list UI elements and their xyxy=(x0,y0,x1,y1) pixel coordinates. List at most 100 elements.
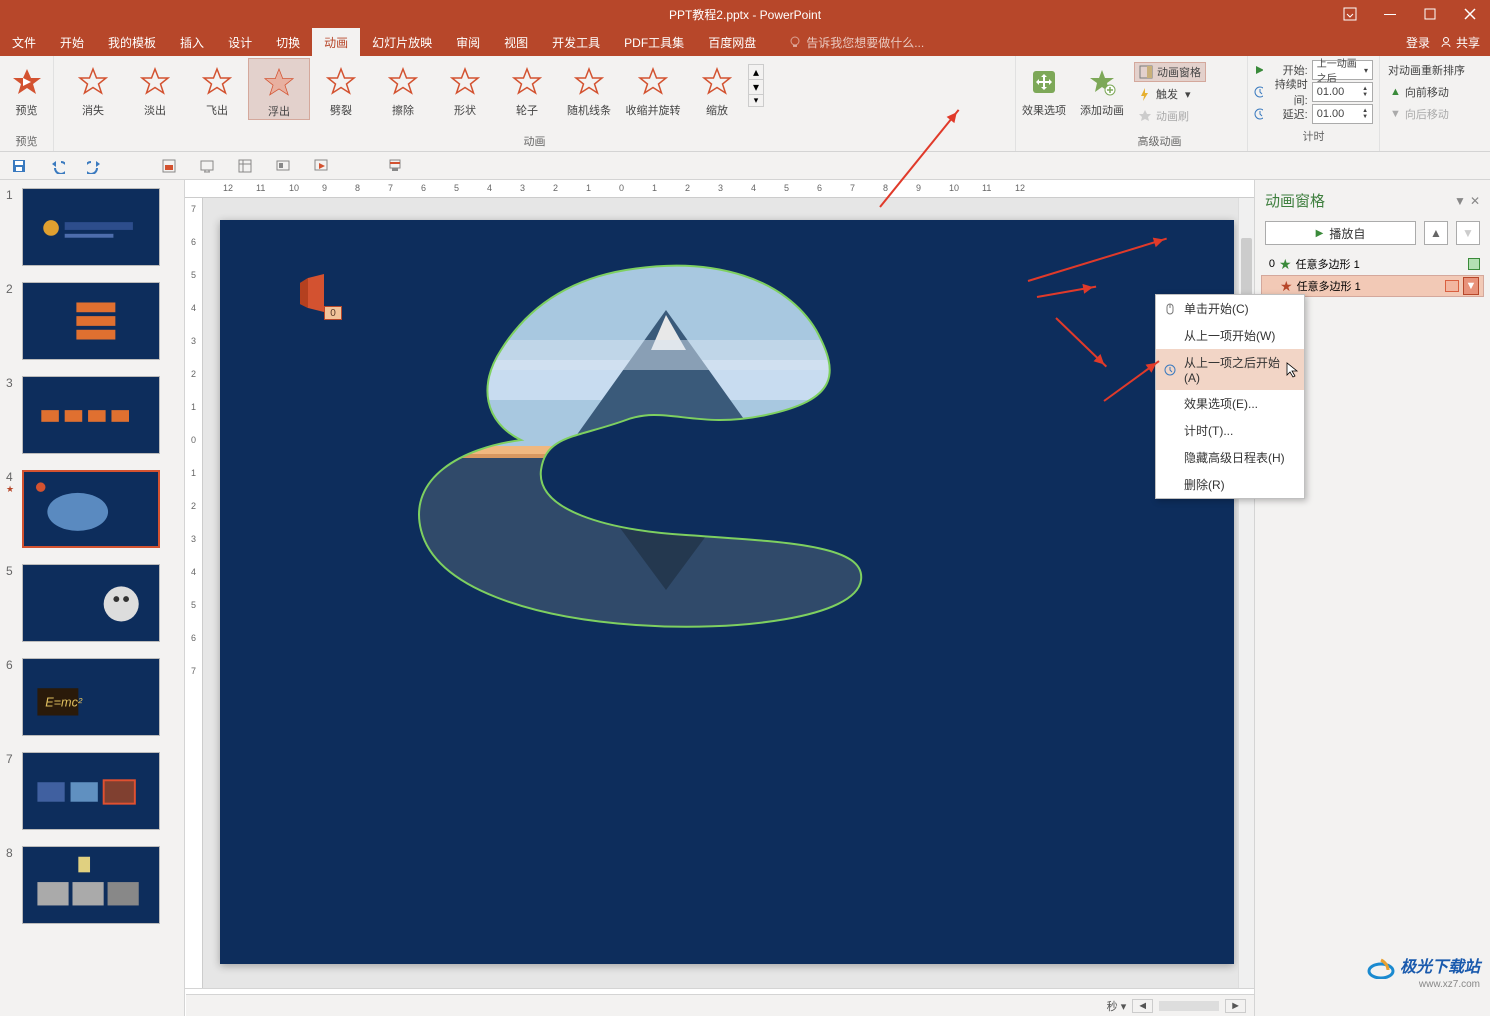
q-icon-6[interactable] xyxy=(384,155,406,177)
gallery-up-icon[interactable]: ▴ xyxy=(749,65,763,80)
slide-thumbnails[interactable]: 1 2 3 4★ 5 6 E=mc² 7 8 xyxy=(0,180,185,1016)
star-icon xyxy=(388,64,418,100)
slide-thumb[interactable] xyxy=(22,188,160,266)
animation-pane: 动画窗格 ▼ ✕ ▶ 播放自 ▲ ▼ 0 ★ 任意多边形 1 ★ xyxy=(1254,180,1490,1016)
tab-transitions[interactable]: 切换 xyxy=(264,28,312,56)
animation-5[interactable]: 擦除 xyxy=(372,58,434,118)
add-animation-button[interactable]: 添加动画 xyxy=(1076,58,1128,118)
star-icon xyxy=(574,64,604,100)
effect-options-button[interactable]: 效果选项 xyxy=(1020,58,1068,118)
move-forward-button[interactable]: ▲向前移动 xyxy=(1386,82,1484,102)
thumb-number: 1 xyxy=(6,188,18,266)
ctx-start-after-prev[interactable]: 从上一项之后开始(A) xyxy=(1156,349,1304,390)
q-icon-3[interactable] xyxy=(234,155,256,177)
move-up-button[interactable]: ▲ xyxy=(1424,221,1448,245)
animation-painter-button[interactable]: 动画刷 xyxy=(1134,106,1206,126)
move-down-button[interactable]: ▼ xyxy=(1456,221,1480,245)
animation-6[interactable]: 形状 xyxy=(434,58,496,118)
pane-dropdown-icon[interactable]: ▼ xyxy=(1454,194,1466,208)
slide-thumb[interactable] xyxy=(22,752,160,830)
tab-review[interactable]: 审阅 xyxy=(444,28,492,56)
tab-insert[interactable]: 插入 xyxy=(168,28,216,56)
close-icon[interactable] xyxy=(1450,0,1490,28)
sequence-badge[interactable]: 0 xyxy=(324,306,342,320)
ruler-vertical: 765432101234567 xyxy=(185,198,203,988)
animation-pane-button[interactable]: 动画窗格 xyxy=(1134,62,1206,82)
play-from-button[interactable]: ▶ 播放自 xyxy=(1265,221,1416,245)
trigger-button[interactable]: 触发 ▾ xyxy=(1134,84,1206,104)
animation-9[interactable]: 收缩并旋转 xyxy=(620,58,686,118)
animation-3[interactable]: 浮出 xyxy=(248,58,310,120)
tab-file[interactable]: 文件 xyxy=(0,28,48,56)
tell-me[interactable]: 告诉我您想要做什么... xyxy=(788,28,924,56)
tab-pdf[interactable]: PDF工具集 xyxy=(612,28,696,56)
animation-1[interactable]: 淡出 xyxy=(124,58,186,118)
animation-4[interactable]: 劈裂 xyxy=(310,58,372,118)
thumb-number: 8 xyxy=(6,846,18,924)
tab-baidu[interactable]: 百度网盘 xyxy=(696,28,768,56)
maximize-icon[interactable] xyxy=(1410,0,1450,28)
ctx-timing[interactable]: 计时(T)... xyxy=(1156,417,1304,444)
q-icon-4[interactable] xyxy=(272,155,294,177)
ribbon-options-icon[interactable] xyxy=(1330,0,1370,28)
animation-item[interactable]: 0 ★ 任意多边形 1 xyxy=(1261,253,1484,275)
slide-thumb[interactable] xyxy=(22,564,160,642)
tab-developer[interactable]: 开发工具 xyxy=(540,28,612,56)
ctx-delete[interactable]: 删除(R) xyxy=(1156,471,1304,498)
animation-0[interactable]: 消失 xyxy=(62,58,124,118)
thumb-number: 7 xyxy=(6,752,18,830)
gallery-more-icon[interactable]: ▾ xyxy=(749,95,763,106)
slide-edit-area: 1211109876543210123456789101112 76543210… xyxy=(185,180,1254,1016)
watermark-logo-icon xyxy=(1366,957,1396,979)
ctx-effect-options[interactable]: 效果选项(E)... xyxy=(1156,390,1304,417)
q-icon-2[interactable] xyxy=(196,155,218,177)
effect-options-icon xyxy=(1030,64,1058,100)
save-icon[interactable] xyxy=(8,155,30,177)
ribbon: 预览 预览 消失 淡出 飞出 浮出 劈裂 擦除 形状 轮子 随机线条 收缩并旋转 xyxy=(0,56,1490,152)
scroll-right-icon[interactable]: ► xyxy=(1225,999,1246,1013)
login-button[interactable]: 登录 xyxy=(1406,34,1430,51)
pane-close-icon[interactable]: ✕ xyxy=(1470,194,1480,208)
star-icon: ★ xyxy=(1279,256,1292,273)
duration-input[interactable]: 01.00▲▼ xyxy=(1312,82,1373,102)
clock-icon xyxy=(1162,364,1178,376)
tab-templates[interactable]: 我的模板 xyxy=(96,28,168,56)
group-label-animation: 动画 xyxy=(58,131,1011,151)
q-icon-1[interactable] xyxy=(158,155,180,177)
ctx-start-on-click[interactable]: 单击开始(C) xyxy=(1156,295,1304,322)
tab-slideshow[interactable]: 幻灯片放映 xyxy=(360,28,444,56)
item-dropdown-button[interactable]: ▼ xyxy=(1463,277,1479,295)
share-button[interactable]: 共享 xyxy=(1440,34,1480,51)
thumb-number: 4★ xyxy=(6,470,18,548)
animation-7[interactable]: 轮子 xyxy=(496,58,558,118)
undo-icon[interactable] xyxy=(46,155,68,177)
slide-canvas[interactable] xyxy=(220,220,1234,964)
redo-icon[interactable] xyxy=(84,155,106,177)
delay-input[interactable]: 01.00▲▼ xyxy=(1312,104,1373,124)
gallery-down-icon[interactable]: ▾ xyxy=(749,80,763,95)
slide-thumb[interactable]: E=mc² xyxy=(22,658,160,736)
slide-thumb[interactable] xyxy=(22,470,160,548)
slide-thumb[interactable] xyxy=(22,846,160,924)
tab-home[interactable]: 开始 xyxy=(48,28,96,56)
preview-button[interactable]: 预览 xyxy=(4,58,49,118)
animation-8[interactable]: 随机线条 xyxy=(558,58,620,118)
star-icon xyxy=(638,64,668,100)
main-area: 1 2 3 4★ 5 6 E=mc² 7 8 xyxy=(0,180,1490,1016)
minimize-icon[interactable] xyxy=(1370,0,1410,28)
q-icon-5[interactable] xyxy=(310,155,332,177)
tab-view[interactable]: 视图 xyxy=(492,28,540,56)
quick-access-toolbar xyxy=(0,152,1490,180)
ctx-hide-timeline[interactable]: 隐藏高级日程表(H) xyxy=(1156,444,1304,471)
slide-thumb[interactable] xyxy=(22,282,160,360)
scroll-left-icon[interactable]: ◄ xyxy=(1132,999,1153,1013)
start-select[interactable]: 上一动画之后▾ xyxy=(1312,60,1373,80)
star-icon xyxy=(78,64,108,100)
freeform-shape[interactable] xyxy=(366,260,926,640)
ctx-start-with-prev[interactable]: 从上一项开始(W) xyxy=(1156,322,1304,349)
animation-10[interactable]: 缩放 xyxy=(686,58,748,118)
slide-thumb[interactable] xyxy=(22,376,160,454)
animation-2[interactable]: 飞出 xyxy=(186,58,248,118)
tab-design[interactable]: 设计 xyxy=(216,28,264,56)
tab-animations[interactable]: 动画 xyxy=(312,28,360,56)
